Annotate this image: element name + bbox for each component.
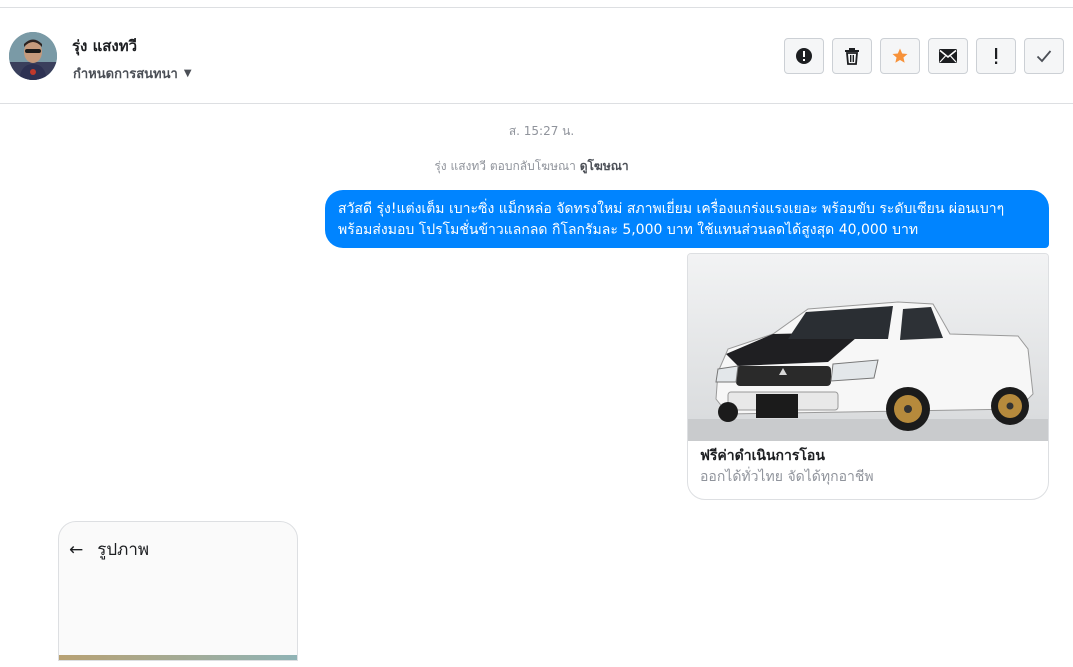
ad-reply-notice: รุ่ง แสงทวี ตอบกลับโฆษณา ดูโฆษณา (0, 157, 1063, 176)
assign-label: กำหนดการสนทนา (73, 67, 178, 82)
exclamation-circle-icon (796, 48, 812, 64)
follow-up-button[interactable] (976, 38, 1016, 74)
trash-icon (845, 48, 859, 65)
action-toolbar (784, 38, 1064, 74)
exclamation-icon (995, 48, 998, 64)
back-arrow-icon: ← (69, 539, 84, 560)
caret-down-icon: ▼ (183, 68, 192, 79)
avatar[interactable] (9, 32, 57, 80)
image-preview-strip (59, 655, 297, 660)
image-preview-header: ← รูปภาพ (69, 536, 149, 563)
conversation-header: รุ่ง แสงทวี กำหนดการสนทนา ▼ (0, 8, 1073, 104)
mark-done-button[interactable] (1024, 38, 1064, 74)
message-timestamp: ส. 15:27 น. (508, 124, 575, 138)
view-ad-link[interactable]: ดูโฆษณา (580, 159, 629, 173)
check-icon (1036, 50, 1052, 63)
envelope-icon (939, 49, 957, 63)
star-icon (892, 48, 908, 63)
ad-card-image (688, 254, 1048, 441)
star-button[interactable] (880, 38, 920, 74)
ad-card[interactable]: ฟรีค่าดำเนินการโอน ออกได้ทั่วไทย จัดได้ท… (687, 253, 1049, 500)
incoming-image-preview[interactable]: ← รูปภาพ (58, 521, 298, 661)
outgoing-message-bubble[interactable]: สวัสดี รุ่ง!แต่งเต็ม เบาะซิ่ง แม็กหล่อ จ… (325, 190, 1049, 248)
ad-reply-text: รุ่ง แสงทวี ตอบกลับโฆษณา (434, 159, 576, 173)
mark-unread-button[interactable] (928, 38, 968, 74)
delete-button[interactable] (832, 38, 872, 74)
contact-name[interactable]: รุ่ง แสงทวี (72, 34, 137, 58)
assign-conversation-dropdown[interactable]: กำหนดการสนทนา ▼ (73, 63, 192, 84)
ad-card-subtitle: ออกได้ทั่วไทย จัดได้ทุกอาชีพ (700, 469, 874, 485)
mark-spam-button[interactable] (784, 38, 824, 74)
ad-card-title: ฟรีค่าดำเนินการโอน (700, 448, 825, 464)
image-preview-title: รูปภาพ (97, 540, 150, 560)
